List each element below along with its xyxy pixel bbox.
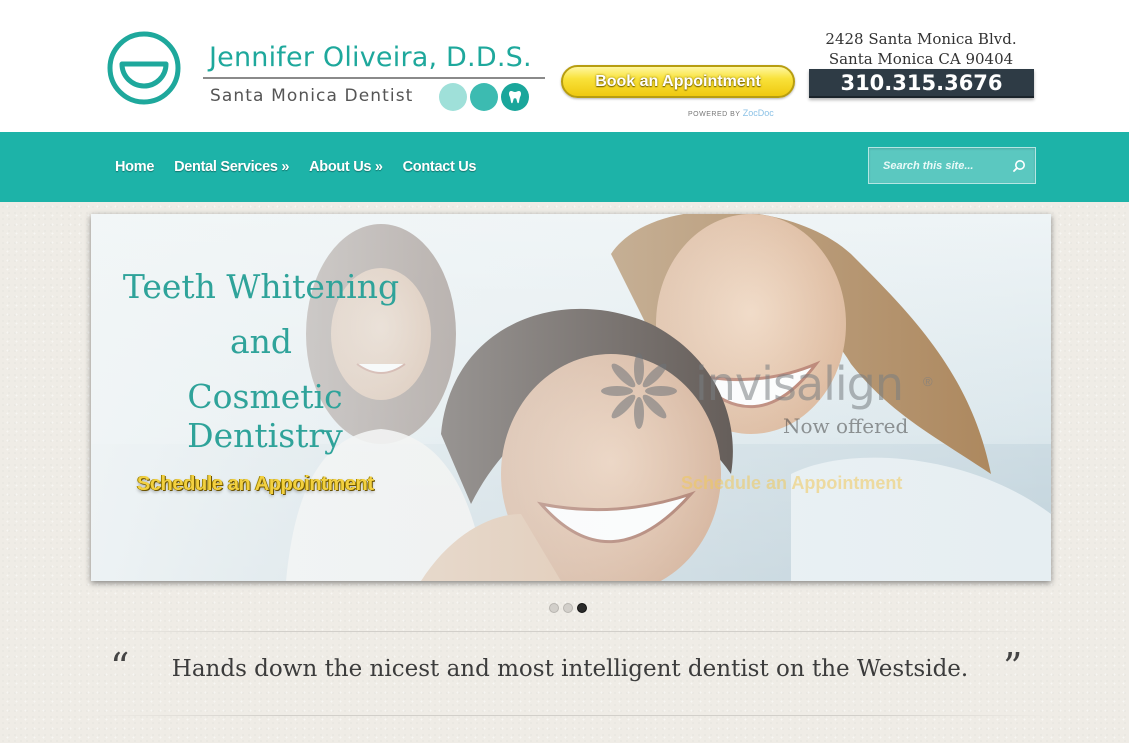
testimonial-divider-bottom xyxy=(90,715,1052,716)
search-input[interactable] xyxy=(869,148,1007,183)
slide-headline-line-1: Teeth Whitening xyxy=(122,267,400,306)
powered-prefix: POWERED BY xyxy=(688,111,741,118)
tooth-icon xyxy=(501,83,529,111)
slider-pager xyxy=(549,603,587,613)
light-dot-icon xyxy=(439,83,467,111)
slide-dot-1[interactable] xyxy=(549,603,559,613)
close-quote-icon: ” xyxy=(1003,645,1023,689)
hero-slider[interactable]: Teeth Whitening and Cosmetic Dentistry S… xyxy=(91,214,1051,581)
brand-name[interactable]: Jennifer Oliveira, D.D.S. xyxy=(209,42,532,73)
brand-subtitle: Santa Monica Dentist xyxy=(210,86,414,106)
brand-divider xyxy=(203,77,545,79)
invisalign-subtitle: Now offered xyxy=(783,414,909,438)
invisalign-schedule-link[interactable]: Schedule an Appointment xyxy=(681,473,902,494)
testimonial-divider-top xyxy=(90,631,1052,632)
zocdoc-logo[interactable]: ZocDoc xyxy=(743,108,774,118)
slide-dot-2[interactable] xyxy=(563,603,573,613)
nav-item-home[interactable]: Home xyxy=(115,159,154,175)
slide-dot-3[interactable] xyxy=(577,603,587,613)
address-line-1: 2428 Santa Monica Blvd. xyxy=(825,30,1017,48)
nav-item-about-us[interactable]: About Us » xyxy=(309,159,383,175)
powered-by: POWERED BY ZocDoc xyxy=(688,108,774,118)
slide-schedule-link[interactable]: Schedule an Appointment xyxy=(137,473,374,496)
search-box xyxy=(868,147,1036,184)
address-line-2: Santa Monica CA 90404 xyxy=(828,50,1014,68)
slide-headline-line-3: Cosmetic Dentistry xyxy=(187,377,343,455)
site-header: Jennifer Oliveira, D.D.S. Santa Monica D… xyxy=(0,0,1129,132)
brand-dots xyxy=(439,83,529,111)
nav-item-contact-us[interactable]: Contact Us xyxy=(403,159,477,175)
slide-headline-line-2: and xyxy=(229,322,293,361)
invisalign-wordmark: invisalign xyxy=(695,357,904,411)
phone-number[interactable]: 310.315.3676 xyxy=(809,69,1034,98)
search-icon[interactable] xyxy=(1011,158,1027,174)
book-appointment-button[interactable]: Book an Appointment xyxy=(561,65,795,98)
address: 2428 Santa Monica Blvd. Santa Monica CA … xyxy=(808,29,1034,69)
mid-dot-icon xyxy=(470,83,498,111)
smile-logo-icon[interactable] xyxy=(106,30,182,106)
open-quote-icon: “ xyxy=(110,645,130,689)
nav-item-dental-services[interactable]: Dental Services » xyxy=(174,159,289,175)
testimonial-text: Hands down the nicest and most intellige… xyxy=(171,656,969,682)
invisalign-registered: ® xyxy=(923,374,933,389)
